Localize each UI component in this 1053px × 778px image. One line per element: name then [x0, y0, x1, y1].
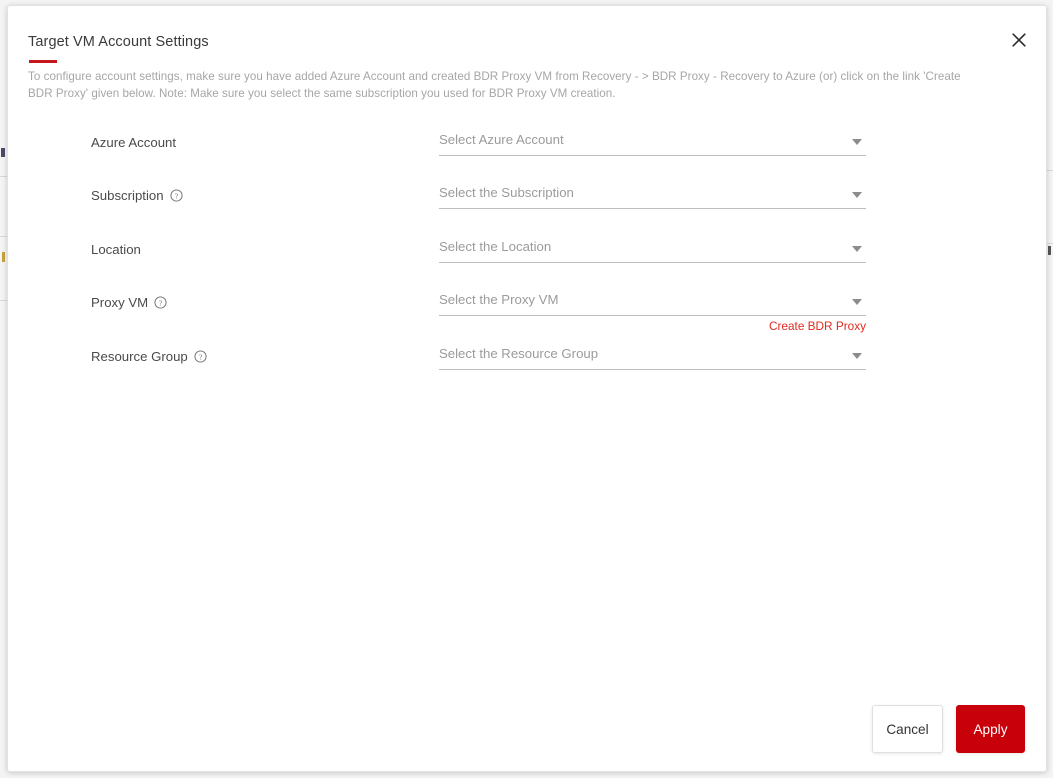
- label-text: Resource Group: [91, 348, 188, 364]
- help-circle-icon[interactable]: ?: [170, 189, 183, 202]
- svg-text:?: ?: [174, 192, 178, 201]
- dropdown-placeholder: Select the Location: [439, 238, 552, 254]
- close-glyph: [1012, 33, 1026, 47]
- help-circle-icon[interactable]: ?: [194, 350, 207, 363]
- chevron-down-icon[interactable]: [852, 245, 862, 252]
- form-row-azure-account: Azure Account Select Azure Account: [8, 124, 1046, 177]
- field-label-azure-account: Azure Account: [91, 135, 176, 150]
- title-accent-underline: [29, 60, 57, 63]
- label-text: Subscription: [91, 188, 164, 204]
- form-row-subscription: Subscription ? Select the Subscription: [8, 177, 1046, 230]
- create-bdr-proxy-link[interactable]: Create BDR Proxy: [439, 319, 866, 333]
- field-label-resource-group: Resource Group ?: [91, 349, 207, 364]
- chevron-down-icon[interactable]: [852, 192, 862, 199]
- label-text: Location: [91, 241, 141, 257]
- dropdown-placeholder: Select the Subscription: [439, 185, 574, 201]
- dialog-title: Target VM Account Settings: [28, 34, 209, 50]
- dialog-description: To configure account settings, make sure…: [28, 70, 961, 100]
- apply-button[interactable]: Apply: [956, 705, 1025, 753]
- svg-text:?: ?: [159, 298, 163, 307]
- chevron-down-icon[interactable]: [852, 139, 862, 145]
- dropdown-resource-group[interactable]: Select the Resource Group: [439, 344, 866, 370]
- form-row-resource-group: Resource Group ? Select the Resource Gro…: [8, 338, 1046, 391]
- dropdown-placeholder: Select the Proxy VM: [439, 292, 559, 308]
- dialog-footer: Cancel Apply: [872, 705, 1025, 753]
- dropdown-azure-account[interactable]: Select Azure Account: [439, 130, 866, 156]
- field-label-subscription: Subscription ?: [91, 188, 183, 203]
- field-label-location: Location: [91, 242, 141, 257]
- field-label-proxy-vm: Proxy VM ?: [91, 295, 167, 310]
- chevron-down-icon[interactable]: [852, 352, 862, 359]
- help-glyph: ?: [170, 189, 183, 202]
- form-row-proxy-vm: Proxy VM ? Select the Proxy VM Create BD…: [8, 284, 1046, 337]
- help-glyph: ?: [194, 350, 207, 363]
- svg-text:?: ?: [199, 352, 203, 361]
- settings-form: Azure Account Select Azure Account Subsc…: [8, 124, 1046, 391]
- help-circle-icon[interactable]: ?: [154, 296, 167, 309]
- label-text: Proxy VM: [91, 295, 149, 311]
- label-text: Azure Account: [91, 135, 177, 150]
- target-vm-account-settings-dialog: Target VM Account Settings To configure …: [7, 5, 1047, 772]
- dropdown-proxy-vm[interactable]: Select the Proxy VM: [439, 290, 866, 317]
- dropdown-placeholder: Select Azure Account: [439, 132, 564, 147]
- dropdown-subscription[interactable]: Select the Subscription: [439, 183, 866, 210]
- dropdown-placeholder: Select the Resource Group: [439, 345, 599, 361]
- chevron-down-icon[interactable]: [852, 299, 862, 306]
- form-row-location: Location Select the Location: [8, 231, 1046, 284]
- help-glyph: ?: [154, 296, 167, 309]
- cancel-button[interactable]: Cancel: [872, 705, 943, 753]
- dropdown-location[interactable]: Select the Location: [439, 237, 866, 263]
- close-icon[interactable]: [1006, 27, 1032, 53]
